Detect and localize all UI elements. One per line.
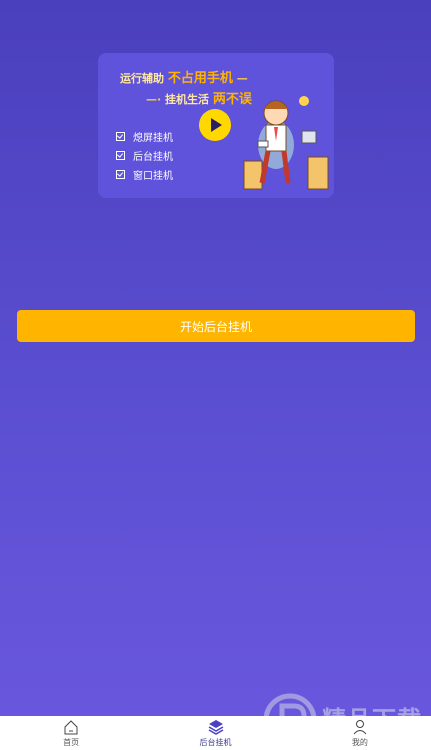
banner-headline-2: —· 挂机生活 两不误 (146, 88, 252, 107)
list-item: 后台挂机 (116, 146, 173, 165)
tab-label: 首页 (63, 738, 80, 747)
list-item: 窗口挂机 (116, 165, 173, 184)
tab-label: 后台挂机 (199, 738, 232, 747)
play-button[interactable] (199, 109, 231, 141)
tab-background-hosting[interactable]: 后台挂机 (144, 716, 286, 750)
promo-banner[interactable]: 运行辅助 不占用手机 — —· 挂机生活 两不误 熄屏挂机 后台挂机 窗口挂机 (98, 53, 334, 198)
banner-headline-1: 运行辅助 不占用手机 — (120, 67, 248, 86)
checkbox-icon (116, 170, 125, 179)
user-icon (353, 720, 367, 735)
headline1-prefix: 运行辅助 (120, 72, 164, 85)
start-background-button[interactable]: 开始后台挂机 (17, 310, 415, 342)
feature-list: 熄屏挂机 后台挂机 窗口挂机 (116, 127, 173, 184)
layers-icon (208, 720, 223, 735)
feature-label: 熄屏挂机 (133, 133, 173, 144)
home-icon (64, 720, 78, 735)
tab-label: 我的 (351, 738, 368, 747)
checkbox-icon (116, 151, 125, 160)
bottom-tab-bar: 首页 后台挂机 我的 (0, 716, 431, 750)
list-item: 熄屏挂机 (116, 127, 173, 146)
feature-label: 窗口挂机 (133, 171, 173, 182)
play-icon (211, 118, 222, 132)
man-at-desk-illustration (243, 96, 329, 190)
dash-decoration: —· (146, 93, 162, 106)
checkbox-icon (116, 132, 125, 141)
feature-label: 后台挂机 (133, 152, 173, 163)
tab-mine[interactable]: 我的 (289, 716, 431, 750)
tab-home[interactable]: 首页 (0, 716, 142, 750)
headline2-prefix: 挂机生活 (165, 93, 210, 106)
headline1-emphasis: 不占用手机 (167, 71, 233, 86)
